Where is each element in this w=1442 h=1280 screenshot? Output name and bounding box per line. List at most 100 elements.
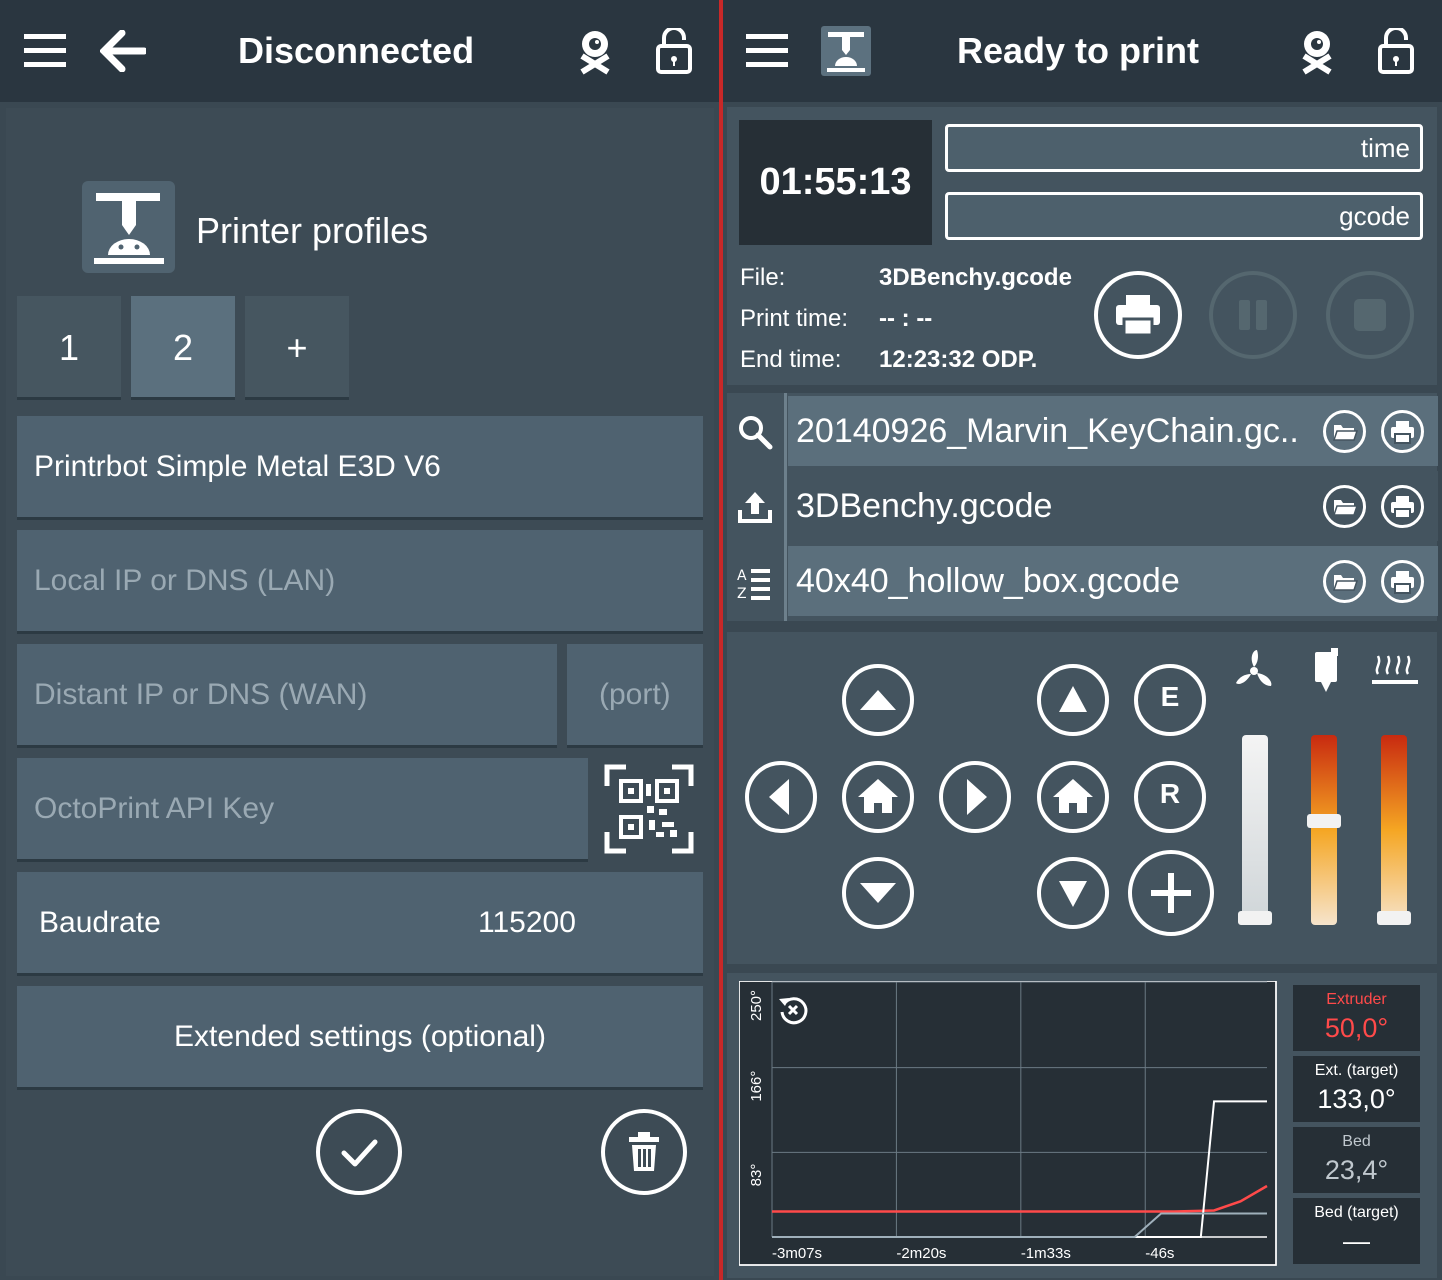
print-file-button[interactable]	[1381, 410, 1424, 453]
menu-icon[interactable]	[746, 34, 788, 68]
profile-tab-1[interactable]: 1	[17, 296, 121, 400]
folder-open-icon	[1332, 500, 1359, 516]
open-folder-button[interactable]	[1323, 560, 1366, 603]
port-placeholder: (port)	[599, 678, 671, 711]
stop-button[interactable]	[1326, 271, 1414, 359]
jog-x-minus-button[interactable]	[745, 761, 817, 833]
port-input[interactable]: (port)	[567, 644, 703, 748]
right-screen: Ready to print 01:55:13 time gcode File:…	[723, 0, 1442, 1280]
open-folder-button[interactable]	[1323, 410, 1366, 453]
chart-y-tick-label: 166°	[748, 1071, 765, 1102]
hotend-icon	[1311, 646, 1341, 694]
home-icon	[858, 779, 898, 813]
heated-bed-icon	[1370, 652, 1420, 688]
arrow-up-icon	[860, 690, 896, 710]
triangle-down-icon	[1059, 881, 1087, 907]
file-name: 20140926_Marvin_KeyChain.gc..	[796, 412, 1299, 450]
chart-frame	[739, 981, 1277, 1266]
extruder-target-box[interactable]: Ext. (target) 133,0°	[1293, 1056, 1420, 1122]
fan-icon	[1231, 646, 1277, 692]
print-button[interactable]	[1094, 271, 1182, 359]
octoprint-icon[interactable]	[1296, 26, 1338, 76]
pause-button[interactable]	[1209, 271, 1297, 359]
extruder-temp-label: Extruder	[1326, 991, 1387, 1008]
jog-z-down-button[interactable]	[1037, 857, 1109, 929]
bed-target-box[interactable]: Bed (target) —	[1293, 1198, 1420, 1264]
extruder-target-value: 133,0°	[1317, 1084, 1396, 1114]
delete-profile-button[interactable]	[601, 1109, 687, 1195]
folder-open-icon	[1332, 425, 1359, 441]
baudrate-selector[interactable]: Baudrate 115200	[17, 872, 703, 976]
back-arrow-icon[interactable]	[100, 30, 146, 72]
bed-target-label: Bed (target)	[1314, 1204, 1399, 1221]
add-profile-tab[interactable]: +	[245, 296, 349, 400]
right-top-bar: Ready to print	[723, 0, 1442, 102]
home-z-button[interactable]	[1037, 761, 1109, 833]
chart-x-tick-label: -2m20s	[896, 1245, 946, 1262]
search-icon[interactable]	[737, 414, 773, 450]
chart-y-tick-label: 250°	[748, 990, 765, 1021]
print-file-button[interactable]	[1381, 485, 1424, 528]
printer-icon	[1391, 571, 1414, 594]
lock-open-icon[interactable]	[1378, 28, 1414, 74]
jog-y-plus-button[interactable]	[842, 664, 914, 736]
reset-chart-button[interactable]	[776, 993, 810, 1027]
bed-temp-box: Bed 23,4°	[1293, 1127, 1420, 1193]
upload-icon[interactable]	[737, 490, 773, 524]
home-xy-button[interactable]	[842, 761, 914, 833]
file-row[interactable]: 3DBenchy.gcode	[788, 471, 1438, 541]
chart-y-tick-label: 83°	[748, 1164, 765, 1187]
home-icon	[1053, 779, 1093, 813]
jog-y-minus-button[interactable]	[842, 857, 914, 929]
profile-tab-2[interactable]: 2	[131, 296, 235, 400]
profile-name-field[interactable]: Printrbot Simple Metal E3D V6	[17, 416, 703, 520]
print-file-button[interactable]	[1381, 560, 1424, 603]
triangle-up-icon	[1059, 686, 1087, 712]
local-ip-input[interactable]: Local IP or DNS (LAN)	[17, 530, 703, 634]
fan-speed-slider[interactable]	[1242, 735, 1268, 925]
extended-settings-label: Extended settings (optional)	[174, 1020, 546, 1053]
menu-icon[interactable]	[24, 34, 66, 68]
profile-name-value: Printrbot Simple Metal E3D V6	[34, 450, 441, 483]
baudrate-value: 115200	[478, 906, 576, 939]
file-row[interactable]: 40x40_hollow_box.gcode	[788, 546, 1438, 616]
extrude-label: E	[1160, 681, 1180, 712]
open-folder-button[interactable]	[1323, 485, 1366, 528]
temperature-chart: -3m07s -2m20s -1m33s -46s 83° 166° 250°	[739, 981, 1277, 1266]
gcode-display: gcode	[945, 192, 1423, 240]
folder-open-icon	[1332, 575, 1359, 591]
extrude-step-plus-button[interactable]	[1128, 850, 1214, 936]
baudrate-label: Baudrate	[39, 906, 161, 939]
check-icon	[341, 1139, 378, 1167]
extruder-temp-slider[interactable]	[1311, 735, 1337, 925]
extruder-target-label: Ext. (target)	[1314, 1062, 1399, 1079]
extended-settings-button[interactable]: Extended settings (optional)	[17, 986, 703, 1090]
history-clear-icon	[779, 997, 808, 1025]
bed-temp-value: 23,4°	[1324, 1155, 1389, 1185]
printer-app-icon	[82, 181, 175, 273]
save-profile-button[interactable]	[316, 1109, 402, 1195]
lock-open-icon[interactable]	[656, 28, 692, 74]
left-top-bar: Disconnected	[0, 0, 719, 102]
extruder-temp-slider-knob[interactable]	[1307, 814, 1341, 829]
printer-profiles-heading: Printer profiles	[196, 210, 429, 251]
bed-temp-slider[interactable]	[1381, 735, 1407, 925]
svg-text:A: A	[737, 568, 747, 584]
retract-button[interactable]: R	[1134, 761, 1206, 833]
file-row[interactable]: 20140926_Marvin_KeyChain.gc..	[788, 396, 1438, 466]
jog-z-up-button[interactable]	[1037, 664, 1109, 736]
distant-ip-input[interactable]: Distant IP or DNS (WAN)	[17, 644, 557, 748]
time-display: time	[945, 124, 1423, 172]
extruder-temp-value: 50,0°	[1324, 1013, 1389, 1043]
octoprint-icon[interactable]	[574, 26, 616, 76]
sort-alpha-icon[interactable]: AZ	[736, 566, 772, 600]
jog-x-plus-button[interactable]	[939, 761, 1011, 833]
file-label: File:	[740, 264, 786, 291]
extrude-button[interactable]: E	[1134, 664, 1206, 736]
qr-scan-icon[interactable]	[604, 764, 694, 854]
left-screen: Disconnected Printer profiles 1 2 + Prin…	[0, 0, 719, 1280]
bed-temp-label: Bed	[1342, 1133, 1371, 1150]
fan-speed-slider-knob[interactable]	[1238, 911, 1272, 925]
bed-temp-slider-knob[interactable]	[1377, 911, 1411, 925]
api-key-input[interactable]: OctoPrint API Key	[17, 758, 588, 862]
